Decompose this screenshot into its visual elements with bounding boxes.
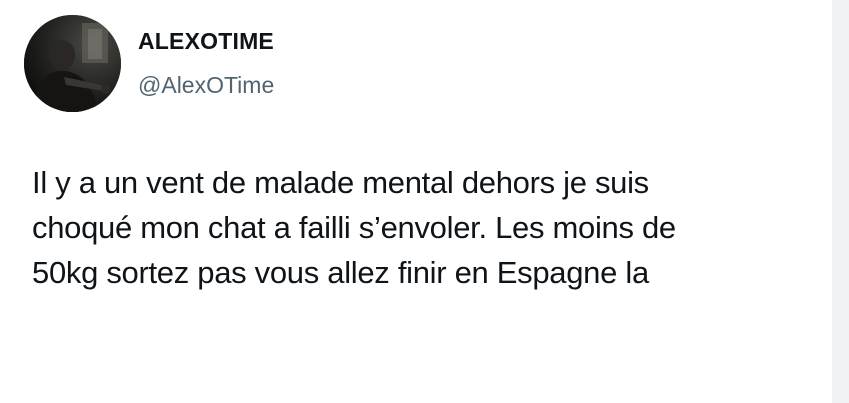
tweet-card: ALEXOTIME @AlexOTime Il y a un vent de m… (0, 0, 832, 403)
avatar[interactable] (24, 15, 121, 112)
author-handle[interactable]: @AlexOTime (138, 72, 274, 99)
tweet-text: Il y a un vent de malade mental dehors j… (32, 160, 822, 295)
author-display-name[interactable]: ALEXOTIME (138, 28, 274, 55)
side-panel-edge (832, 0, 849, 403)
tweet-text-line: choqué mon chat a failli s’envoler. Les … (32, 210, 676, 245)
tweet-text-line: 50kg sortez pas vous allez finir en Espa… (32, 255, 649, 290)
tweet-text-line: Il y a un vent de malade mental dehors j… (32, 165, 649, 200)
profile-photo-icon (24, 15, 121, 112)
